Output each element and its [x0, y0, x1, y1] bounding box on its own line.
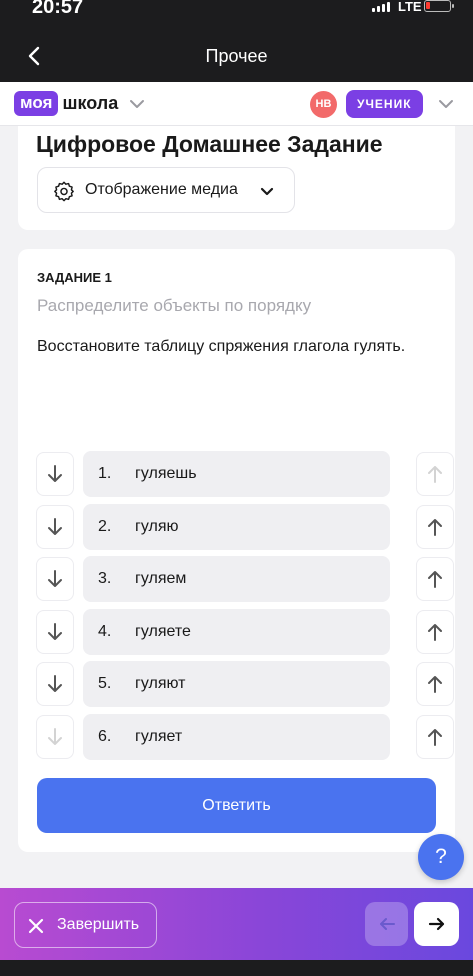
item-word: гуляют: [135, 675, 186, 692]
list-item: 4. гуляете: [36, 609, 455, 655]
move-down-button[interactable]: [36, 715, 74, 759]
item-word: гуляет: [135, 728, 183, 745]
logo-menu[interactable]: моя школа: [14, 91, 146, 116]
prev-button[interactable]: [365, 902, 408, 946]
page-title: Цифровое Домашнее Задание: [36, 131, 383, 157]
move-up-button[interactable]: [416, 505, 454, 549]
order-item[interactable]: 5. гуляют: [83, 661, 390, 707]
order-item[interactable]: 2. гуляю: [83, 504, 390, 550]
task-number: ЗАДАНИЕ 1: [37, 270, 112, 285]
item-word: гуляешь: [135, 465, 197, 482]
finish-button[interactable]: Завершить: [14, 902, 157, 948]
item-number: 2.: [98, 518, 112, 535]
order-item[interactable]: 3. гуляем: [83, 556, 390, 602]
move-down-button[interactable]: [36, 452, 74, 496]
arrow-down-icon: [48, 518, 62, 535]
item-word: гуляем: [135, 570, 187, 587]
arrow-up-icon: [428, 466, 442, 483]
order-item[interactable]: 6. гуляет: [83, 714, 390, 760]
move-up-button[interactable]: [416, 662, 454, 706]
network-type: LTE: [398, 0, 422, 14]
arrow-left-icon: [379, 918, 395, 930]
move-down-button[interactable]: [36, 662, 74, 706]
list-item: 6. гуляет: [36, 714, 455, 760]
move-up-button[interactable]: [416, 610, 454, 654]
arrow-down-icon: [48, 570, 62, 587]
arrow-right-icon: [428, 917, 444, 931]
next-button[interactable]: [414, 902, 459, 946]
battery-icon: [424, 0, 454, 12]
arrow-up-icon: [428, 729, 442, 746]
item-word: гуляю: [135, 518, 179, 535]
list-item: 3. гуляем: [36, 556, 455, 602]
status-time: 20:57: [32, 0, 84, 18]
chevron-down-icon: [260, 187, 274, 196]
avatar[interactable]: НВ: [310, 91, 337, 118]
task-instruction: Восстановите таблицу спряжения глагола г…: [37, 338, 406, 355]
media-display-label: Отображение медиа: [85, 181, 238, 198]
list-item: 1. гуляешь: [36, 451, 455, 497]
arrow-up-icon: [428, 676, 442, 693]
answer-button[interactable]: Ответить: [37, 778, 436, 833]
gear-icon: [54, 181, 74, 202]
move-up-button[interactable]: [416, 452, 454, 496]
close-icon: [28, 918, 44, 934]
list-item: 2. гуляю: [36, 504, 455, 550]
item-number: 6.: [98, 728, 112, 745]
order-item[interactable]: 4. гуляете: [83, 609, 390, 655]
move-down-button[interactable]: [36, 610, 74, 654]
task-card: ЗАДАНИЕ 1 Распределите объекты по порядк…: [18, 249, 455, 852]
signal-icon: [372, 2, 390, 12]
move-down-button[interactable]: [36, 505, 74, 549]
arrow-up-icon: [428, 519, 442, 536]
arrow-up-icon: [428, 624, 442, 641]
logo-shkola: школа: [62, 93, 119, 113]
nav-title: Прочее: [205, 46, 268, 66]
item-number: 5.: [98, 675, 112, 692]
nav-bar: Прочее: [0, 28, 473, 82]
order-item[interactable]: 1. гуляешь: [83, 451, 390, 497]
arrow-down-icon: [48, 675, 62, 692]
move-up-button[interactable]: [416, 557, 454, 601]
help-button[interactable]: ?: [418, 834, 464, 880]
item-number: 4.: [98, 623, 112, 640]
arrow-up-icon: [428, 571, 442, 588]
finish-label: Завершить: [57, 916, 140, 933]
app-header: моя школа НВ УЧЕНИК: [0, 82, 473, 126]
item-number: 1.: [98, 465, 112, 482]
move-down-button[interactable]: [36, 557, 74, 601]
bottom-bar: Завершить: [0, 888, 473, 960]
arrow-down-icon: [48, 623, 62, 640]
chevron-down-icon: [130, 99, 145, 108]
item-number: 3.: [98, 570, 112, 587]
move-up-button[interactable]: [416, 715, 454, 759]
arrow-down-icon: [48, 728, 62, 745]
logo-moya: моя: [14, 91, 59, 116]
arrow-down-icon: [48, 465, 62, 482]
profile-chevron-down-icon[interactable]: [437, 95, 455, 113]
item-word: гуляете: [135, 623, 191, 640]
task-hint: Распределите объекты по порядку: [37, 296, 312, 315]
status-bar: 20:57 LTE: [0, 0, 473, 28]
home-indicator-area: [0, 960, 473, 976]
title-card: Цифровое Домашнее Задание Отображение ме…: [18, 126, 455, 230]
role-badge[interactable]: УЧЕНИК: [346, 90, 423, 118]
media-display-button[interactable]: Отображение медиа: [37, 167, 295, 213]
list-item: 5. гуляют: [36, 661, 455, 707]
